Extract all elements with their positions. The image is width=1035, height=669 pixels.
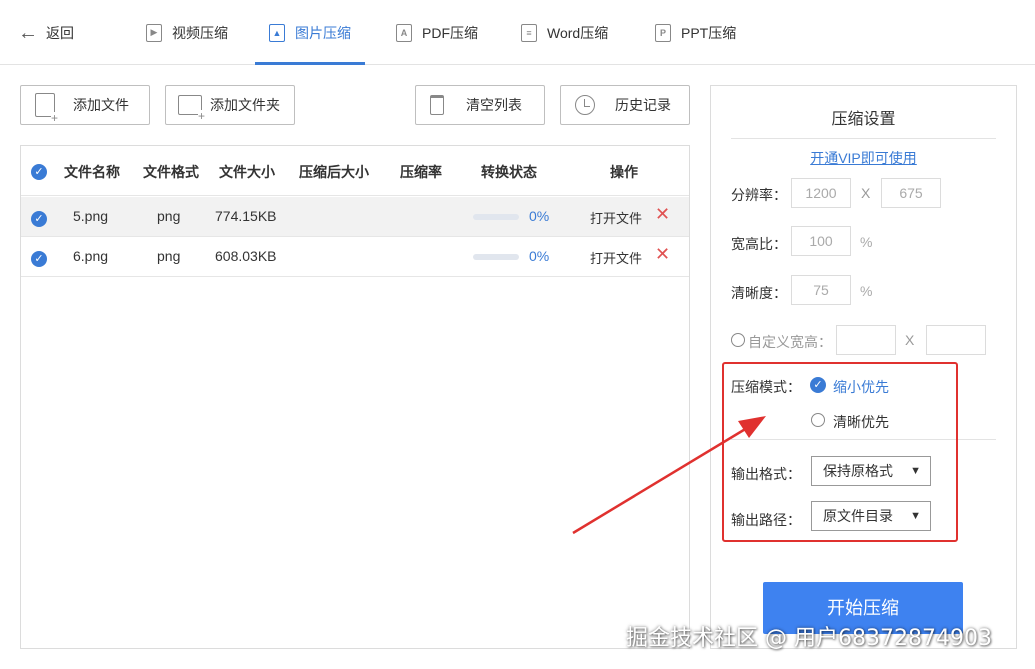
ppt-icon: P [655,23,671,42]
header-file-name: 文件名称 [64,164,120,180]
resolution-x-label: X [861,185,871,201]
file-list-header: ✓ 文件名称 文件格式 文件大小 压缩后大小 压缩率 转换状态 操作 [21,146,689,196]
header-status: 转换状态 [481,164,537,180]
resolution-label: 分辨率： [731,187,787,203]
cell-file-format: png [157,248,181,264]
output-path-value: 原文件目录 [823,508,893,524]
compress-settings-panel: 压缩设置 开通VIP即可使用 分辨率： 1200 X 675 宽高比： 100 … [710,85,1017,649]
output-format-label: 输出格式： [731,466,801,482]
tab-label: PPT压缩 [681,24,737,41]
pdf-icon: A [396,23,412,42]
divider [731,138,996,139]
back-label: 返回 [46,25,74,41]
select-all-checkbox[interactable]: ✓ [31,164,47,180]
divider [731,439,996,440]
back-arrow-icon: ← [18,22,38,44]
add-folder-button[interactable]: 添加文件夹 [165,85,295,125]
output-format-select[interactable]: 保持原格式 ▼ [811,456,931,486]
mode-clear-radio[interactable] [811,413,825,427]
tab-label: Word压缩 [547,24,609,41]
aspect-ratio-label: 宽高比： [731,236,787,252]
custom-x-label: X [905,332,915,348]
tab-label: 图片压缩 [295,24,351,41]
header-compressed-size: 压缩后大小 [299,164,369,180]
image-icon: ▲ [269,23,285,42]
header-actions: 操作 [610,164,638,180]
open-file-link[interactable]: 打开文件 [590,248,642,267]
output-path-select[interactable]: 原文件目录 ▼ [811,501,931,531]
progress-percent: 0% [529,248,550,264]
clarity-input[interactable]: 75 [791,275,851,305]
tab-word-compress[interactable]: ≡ Word压缩 [521,0,608,65]
tab-ppt-compress[interactable]: P PPT压缩 [655,0,736,65]
custom-size-label: 自定义宽高： [748,334,832,350]
cell-file-format: png [157,208,181,224]
custom-width-input[interactable] [836,325,896,355]
table-row[interactable]: ✓ 6.png png 608.03KB 0% 打开文件 ✕ [21,237,689,277]
history-label: 历史记录 [615,97,671,113]
clarity-unit: % [860,283,873,299]
trash-icon [430,95,444,115]
custom-height-input[interactable] [926,325,986,355]
progress-percent: 0% [529,208,550,224]
tab-pdf-compress[interactable]: A PDF压缩 [396,0,478,65]
progress-bar [473,254,519,260]
file-list: ✓ 文件名称 文件格式 文件大小 压缩后大小 压缩率 转换状态 操作 ✓ 5.p… [20,145,690,649]
add-folder-label: 添加文件夹 [210,97,280,113]
top-nav-bar: ← 返回 ▶ 视频压缩 ▲ 图片压缩 A PDF压缩 ≡ Word压缩 P PP… [0,0,1035,65]
clarity-label: 清晰度： [731,285,787,301]
mode-small-radio[interactable]: ✓ [810,377,826,393]
settings-title: 压缩设置 [831,111,896,128]
tab-label: 视频压缩 [172,24,228,41]
open-file-link[interactable]: 打开文件 [590,208,642,227]
add-file-label: 添加文件 [73,97,129,113]
mode-clear-label: 清晰优先 [833,414,889,430]
aspect-ratio-unit: % [860,234,873,250]
clear-list-label: 清空列表 [466,97,522,113]
cell-file-name: 6.png [73,248,109,264]
clear-list-button[interactable]: 清空列表 [415,85,545,125]
progress-bar [473,214,519,220]
mode-small-label: 缩小优先 [833,379,889,395]
play-icon: ▶ [146,23,162,42]
header-ratio: 压缩率 [400,164,442,180]
header-file-size: 文件大小 [219,164,275,180]
output-path-label: 输出路径： [731,512,801,528]
row-checkbox[interactable]: ✓ [31,251,47,267]
vip-link[interactable]: 开通VIP即可使用 [711,148,1016,168]
table-row[interactable]: ✓ 5.png png 774.15KB 0% 打开文件 ✕ [21,197,689,237]
row-checkbox[interactable]: ✓ [31,211,47,227]
resolution-width-input[interactable]: 1200 [791,178,851,208]
clock-icon [575,95,595,115]
add-folder-icon [178,95,206,122]
header-file-format: 文件格式 [143,164,199,180]
cell-file-name: 5.png [73,208,109,224]
cell-file-size: 608.03KB [215,248,277,264]
dropdown-caret-icon: ▼ [910,465,921,477]
back-button[interactable]: ← 返回 [18,22,74,44]
dropdown-caret-icon: ▼ [910,510,921,522]
history-button[interactable]: 历史记录 [560,85,690,125]
aspect-ratio-input[interactable]: 100 [791,226,851,256]
tab-image-compress[interactable]: ▲ 图片压缩 [255,0,365,65]
custom-size-radio[interactable] [731,333,745,347]
tab-video-compress[interactable]: ▶ 视频压缩 [146,0,228,65]
document-icon: ≡ [521,23,537,42]
tab-label: PDF压缩 [422,24,478,41]
delete-icon[interactable]: ✕ [655,205,670,223]
delete-icon[interactable]: ✕ [655,245,670,263]
resolution-height-input[interactable]: 675 [881,178,941,208]
add-file-button[interactable]: 添加文件 [20,85,150,125]
cell-file-size: 774.15KB [215,208,277,224]
output-format-value: 保持原格式 [823,463,893,479]
watermark: 掘金技术社区 @ 用户6837287490​3 [626,626,992,651]
compress-mode-label: 压缩模式： [731,379,801,395]
add-file-icon [35,93,59,124]
